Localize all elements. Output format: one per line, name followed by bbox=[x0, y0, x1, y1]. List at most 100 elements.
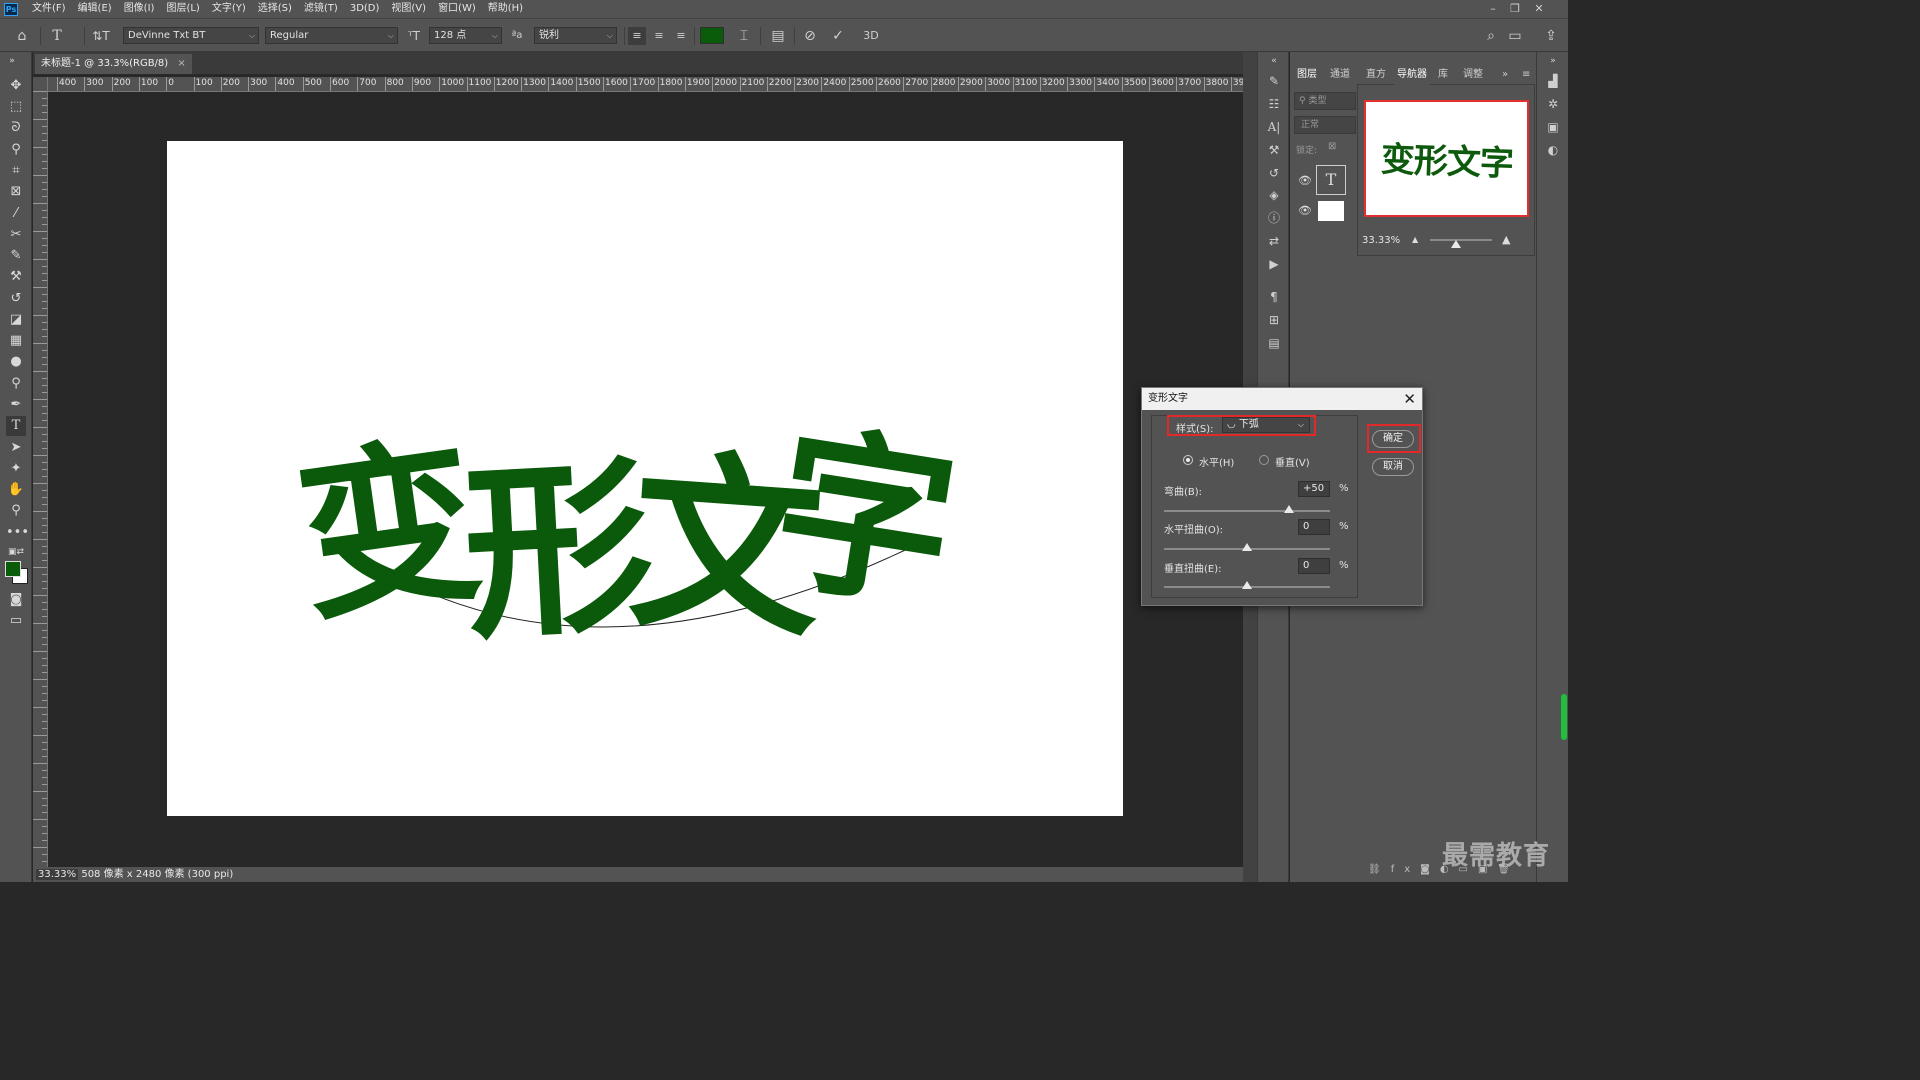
eyedropper-tool-icon[interactable]: ⁄ bbox=[6, 204, 26, 224]
cancel-edits-icon[interactable]: ⊘ bbox=[801, 27, 819, 45]
menu-edit[interactable]: 编辑(E) bbox=[72, 0, 118, 18]
collapse-tools-icon[interactable]: » bbox=[2, 51, 22, 71]
history-brush-tool-icon[interactable]: ↺ bbox=[6, 289, 26, 309]
frame-tool-icon[interactable]: ⊠ bbox=[6, 182, 26, 202]
navigator-icon[interactable]: ✲ bbox=[1543, 95, 1563, 113]
tab-histogram[interactable]: 直方 bbox=[1366, 64, 1386, 86]
crop-tool-icon[interactable]: ⌗ bbox=[6, 161, 26, 181]
cancel-button[interactable]: 取消 bbox=[1372, 458, 1414, 476]
bend-slider-thumb[interactable] bbox=[1284, 505, 1294, 513]
hand-tool-icon[interactable]: ✋ bbox=[6, 480, 26, 500]
horizontal-radio[interactable] bbox=[1183, 455, 1193, 465]
character-icon[interactable]: A| bbox=[1264, 118, 1284, 136]
navigator-preview[interactable]: 变形文字 bbox=[1364, 100, 1529, 217]
horizontal-distortion-thumb[interactable] bbox=[1242, 543, 1252, 551]
tab-channels[interactable]: 通道 bbox=[1330, 64, 1350, 86]
status-doc-info[interactable]: 508 像素 x 2480 像素 (300 ppi) bbox=[81, 869, 233, 880]
lasso-tool-icon[interactable]: ᘐ bbox=[6, 118, 26, 138]
home-icon[interactable]: ⌂ bbox=[13, 27, 31, 45]
document-tab[interactable]: 未标题-1 @ 33.3%(RGB/8) × bbox=[35, 54, 192, 74]
gradient-tool-icon[interactable]: ▦ bbox=[6, 331, 26, 351]
bend-slider[interactable] bbox=[1164, 510, 1330, 512]
text-color-swatch[interactable] bbox=[700, 27, 724, 44]
tab-layers[interactable]: 图层 bbox=[1297, 64, 1317, 86]
antialias-select[interactable]: 锐利 ⌵ bbox=[534, 27, 617, 44]
blend-mode-select[interactable]: 正常 bbox=[1294, 116, 1356, 134]
tab-navigator[interactable]: 导航器 bbox=[1394, 64, 1430, 86]
collapse-dock-icon[interactable]: « bbox=[1264, 52, 1284, 70]
zoom-in-icon[interactable]: ▲ bbox=[1502, 233, 1510, 246]
histogram-icon[interactable]: ▟ bbox=[1543, 72, 1563, 90]
clone-stamp-tool-icon[interactable]: ⚒ bbox=[6, 267, 26, 287]
quick-mask-icon[interactable]: ◙ bbox=[6, 590, 26, 610]
foreground-color-swatch[interactable] bbox=[5, 561, 21, 577]
menu-layer[interactable]: 图层(L) bbox=[160, 0, 205, 18]
dodge-tool-icon[interactable]: ⚲ bbox=[6, 374, 26, 394]
menu-3d[interactable]: 3D(D) bbox=[344, 0, 386, 18]
tab-libraries[interactable]: 库 bbox=[1438, 64, 1448, 86]
text-layer-thumbnail[interactable]: T bbox=[1316, 165, 1346, 195]
libraries-icon[interactable]: ▣ bbox=[1543, 118, 1563, 136]
vertical-distortion-thumb[interactable] bbox=[1242, 581, 1252, 589]
tab-adjustments[interactable]: 调整 bbox=[1463, 64, 1483, 86]
lock-transparent-icon[interactable]: ⊠ bbox=[1328, 141, 1336, 152]
brush-tool-icon[interactable]: ✎ bbox=[6, 246, 26, 266]
glyphs-icon[interactable]: ⊞ bbox=[1264, 311, 1284, 329]
more-tools-icon[interactable]: ••• bbox=[6, 523, 29, 543]
vertical-radio[interactable] bbox=[1259, 455, 1269, 465]
restore-icon[interactable]: ❐ bbox=[1504, 0, 1526, 18]
channels-icon[interactable]: ⇄ bbox=[1264, 232, 1284, 250]
scroll-indicator[interactable] bbox=[1561, 694, 1567, 740]
notes-icon[interactable]: ▤ bbox=[1264, 334, 1284, 352]
menu-image[interactable]: 图像(I) bbox=[118, 0, 161, 18]
navigator-zoom-slider[interactable] bbox=[1430, 239, 1492, 241]
warp-text-icon[interactable]: ⌶ bbox=[735, 27, 753, 45]
brush-settings-icon[interactable]: ✎ bbox=[1264, 72, 1284, 90]
panel-menu-icon[interactable]: ≡ bbox=[1522, 69, 1530, 80]
menu-select[interactable]: 选择(S) bbox=[252, 0, 298, 18]
background-layer-thumbnail[interactable] bbox=[1318, 201, 1344, 221]
minimize-icon[interactable]: – bbox=[1482, 0, 1504, 18]
play-actions-icon[interactable]: ▶ bbox=[1264, 255, 1284, 273]
bend-input[interactable]: +50 bbox=[1298, 481, 1330, 497]
collapse-right-dock-icon[interactable]: » bbox=[1543, 52, 1563, 70]
align-left-icon[interactable]: ≡ bbox=[628, 27, 646, 45]
blur-tool-icon[interactable]: ● bbox=[6, 352, 26, 372]
type-tool-icon[interactable]: T bbox=[6, 416, 26, 436]
healing-brush-tool-icon[interactable]: ✂ bbox=[6, 225, 26, 245]
workspace-icon[interactable]: ▭ bbox=[1506, 27, 1524, 45]
font-family-select[interactable]: DeVinne Txt BT ⌵ bbox=[123, 27, 259, 44]
adjustments-icon[interactable]: ☷ bbox=[1264, 95, 1284, 113]
visibility-eye-icon[interactable]: 👁 bbox=[1298, 204, 1312, 217]
close-tab-icon[interactable]: × bbox=[177, 58, 185, 69]
align-right-icon[interactable]: ≡ bbox=[672, 27, 690, 45]
path-selection-tool-icon[interactable]: ➤ bbox=[6, 438, 26, 458]
menu-file[interactable]: 文件(F) bbox=[26, 0, 72, 18]
clone-source-icon[interactable]: ⚒ bbox=[1264, 141, 1284, 159]
document-canvas[interactable]: 变 形 文 字 bbox=[167, 141, 1123, 816]
horizontal-ruler[interactable]: 400 300 200 100 0 100 200 300 400 500 600 700 800 900… bbox=[47, 77, 1243, 92]
default-colors-icon[interactable]: ▣⇄ bbox=[6, 542, 26, 562]
horizontal-distortion-input[interactable]: 0 bbox=[1298, 519, 1330, 535]
character-panel-icon[interactable]: ▤ bbox=[769, 27, 787, 45]
screen-mode-icon[interactable]: ▭ bbox=[6, 611, 26, 631]
menu-window[interactable]: 窗口(W) bbox=[432, 0, 482, 18]
font-style-select[interactable]: Regular ⌵ bbox=[265, 27, 398, 44]
shape-tool-icon[interactable]: ✦ bbox=[6, 459, 26, 479]
3d-button[interactable]: 3D bbox=[860, 27, 882, 45]
vertical-ruler[interactable] bbox=[33, 77, 48, 867]
font-size-select[interactable]: 128 点 ⌵ bbox=[429, 27, 502, 44]
zoom-tool-icon[interactable]: ⚲ bbox=[6, 501, 26, 521]
share-icon[interactable]: ⇪ bbox=[1542, 27, 1560, 45]
toggle-orientation-icon[interactable]: ⇅T bbox=[92, 27, 110, 45]
close-dialog-icon[interactable]: ✕ bbox=[1403, 388, 1416, 410]
pen-tool-icon[interactable]: ✒ bbox=[6, 395, 26, 415]
marquee-tool-icon[interactable]: ⬚ bbox=[6, 97, 26, 117]
align-center-icon[interactable]: ≡ bbox=[650, 27, 668, 45]
styles-icon[interactable]: ◈ bbox=[1264, 186, 1284, 204]
zoom-out-icon[interactable]: ▲ bbox=[1412, 235, 1418, 244]
status-zoom[interactable]: 33.33% bbox=[36, 869, 79, 880]
paragraph-icon[interactable]: ¶ bbox=[1264, 288, 1284, 306]
quick-select-tool-icon[interactable]: ⚲ bbox=[6, 140, 26, 160]
history-icon[interactable]: ↺ bbox=[1264, 164, 1284, 182]
